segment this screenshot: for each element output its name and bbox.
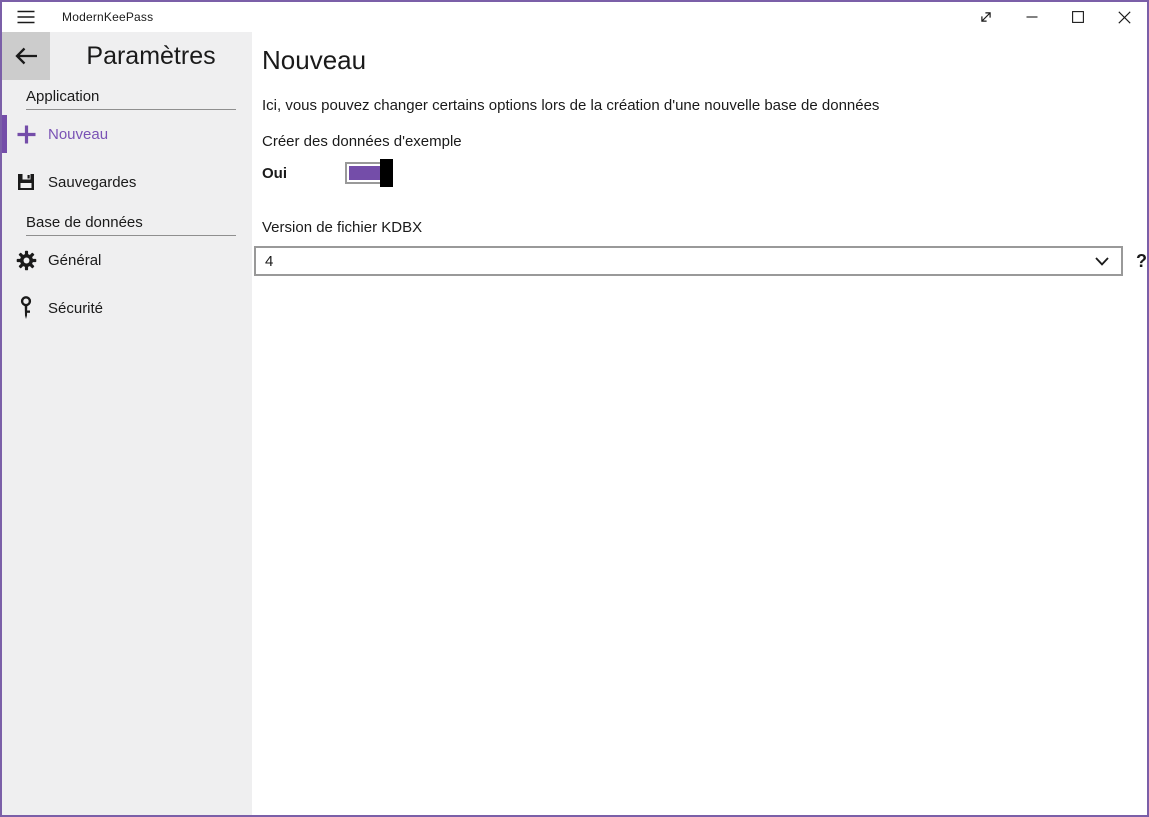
content-title: Nouveau (262, 44, 1147, 76)
toggle-state-label: Oui (262, 165, 345, 182)
sidebar-item-sauvegardes[interactable]: Sauvegardes (2, 158, 252, 206)
sample-data-toggle[interactable] (345, 162, 393, 184)
diagonal-resize-icon (978, 9, 994, 25)
settings-sidebar: Paramètres Application Nouveau Sauvegard… (2, 32, 252, 815)
window-title: ModernKeePass (62, 2, 153, 32)
sidebar-item-nouveau[interactable]: Nouveau (2, 110, 252, 158)
combobox-selected-value: 4 (265, 253, 1095, 270)
app-body: Paramètres Application Nouveau Sauvegard… (2, 32, 1147, 815)
kdbx-version-label: Version de fichier KDBX (262, 218, 1147, 238)
settings-content: Nouveau Ici, vous pouvez changer certain… (252, 32, 1147, 815)
gear-icon (14, 248, 38, 272)
kdbx-version-combobox[interactable]: 4 (254, 246, 1123, 276)
sidebar-item-label: Général (48, 252, 101, 269)
toggle-thumb[interactable] (380, 159, 393, 187)
key-icon (14, 296, 38, 320)
section-header-base-de-donnees: Base de données (26, 214, 236, 236)
content-description: Ici, vous pouvez changer certains option… (262, 96, 1147, 116)
minimize-button[interactable] (1009, 2, 1055, 32)
sample-data-toggle-row: Oui (262, 158, 1147, 188)
titlebar-drag-region (153, 2, 963, 32)
close-button[interactable] (1101, 2, 1147, 32)
maximize-button[interactable] (1055, 2, 1101, 32)
sidebar-header: Paramètres (2, 32, 252, 80)
kdbx-help-button[interactable]: ? (1136, 251, 1147, 272)
kdbx-version-row: 4 ? (262, 246, 1147, 276)
page-title-parametres: Paramètres (50, 32, 252, 80)
sidebar-item-label: Sécurité (48, 300, 103, 317)
back-button[interactable] (2, 32, 50, 80)
sidebar-item-securite[interactable]: Sécurité (2, 284, 252, 332)
chevron-down-icon (1095, 257, 1109, 266)
minimize-icon (1026, 11, 1038, 23)
save-icon (14, 170, 38, 194)
sidebar-item-general[interactable]: Général (2, 236, 252, 284)
sidebar-item-label: Nouveau (48, 126, 108, 143)
back-arrow-icon (15, 47, 38, 65)
maximize-icon (1072, 11, 1084, 23)
hamburger-menu-button[interactable] (2, 2, 50, 32)
fullscreen-button[interactable] (963, 2, 1009, 32)
section-header-application: Application (26, 88, 236, 110)
title-bar: ModernKeePass (2, 2, 1147, 32)
modernkeepass-window: { "window": { "title": "ModernKeePass", … (0, 0, 1149, 817)
hamburger-icon (17, 10, 35, 24)
close-icon (1118, 11, 1131, 24)
sample-data-label: Créer des données d'exemple (262, 132, 1147, 152)
sidebar-item-label: Sauvegardes (48, 174, 136, 191)
plus-icon (14, 122, 38, 146)
